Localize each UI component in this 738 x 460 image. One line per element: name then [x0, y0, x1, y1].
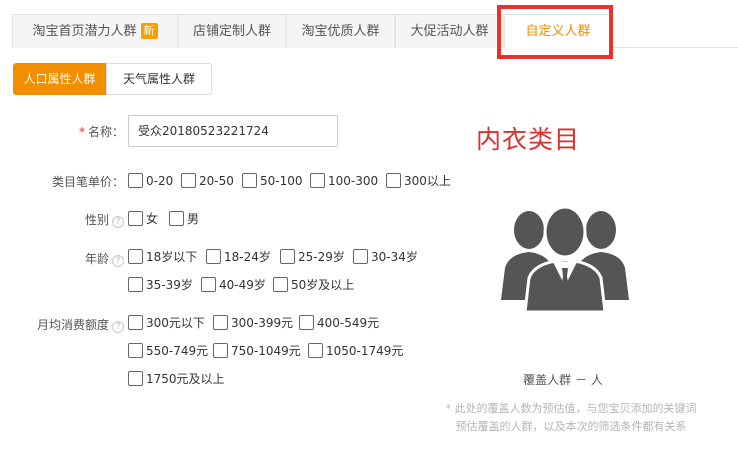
category-annotation: 内衣类目 [476, 125, 581, 154]
name-label: * 名称： [78, 125, 124, 139]
age-option-40-49[interactable]: 40-49岁 [201, 276, 266, 294]
price-option-100-300[interactable]: 100-300 [310, 172, 378, 190]
help-icon[interactable]: ? [112, 216, 124, 228]
tab-label: 店铺定制人群 [192, 24, 271, 39]
spend-option-300-399[interactable]: 300-399元 [213, 314, 293, 332]
checkbox[interactable] [206, 249, 221, 264]
coverage-value: － 人 [575, 373, 603, 387]
price-option-20-50[interactable]: 20-50 [181, 172, 234, 190]
checkbox[interactable] [201, 277, 216, 292]
spend-option-400-549[interactable]: 400-549元 [299, 314, 379, 332]
highlight-annotation-box [497, 5, 613, 59]
age-option-25-29[interactable]: 25-29岁 [280, 248, 345, 266]
checkbox[interactable] [128, 343, 143, 358]
tab-taobao-quality[interactable]: 淘宝优质人群 [286, 14, 395, 48]
checkbox[interactable] [353, 249, 368, 264]
checkbox[interactable] [128, 173, 143, 188]
coverage-summary: 覆盖人群 － 人 [523, 373, 603, 387]
checkbox[interactable] [181, 173, 196, 188]
checkbox[interactable] [310, 173, 325, 188]
age-option-35-39[interactable]: 35-39岁 [128, 276, 193, 294]
checkbox[interactable] [128, 371, 143, 386]
tab-label: 淘宝优质人群 [301, 24, 380, 39]
checkbox[interactable] [128, 249, 143, 264]
gender-label: 性别? [40, 211, 124, 228]
tab-label: 淘宝首页潜力人群 [32, 24, 137, 39]
price-option-300-plus[interactable]: 300以上 [386, 172, 451, 190]
price-option-0-20[interactable]: 0-20 [128, 172, 173, 190]
price-label: 类目笔单价： [51, 175, 124, 189]
tab-promotion-activity[interactable]: 大促活动人群 [395, 14, 504, 48]
required-mark: * [78, 125, 85, 139]
spend-option-under-300[interactable]: 300元以下 [128, 314, 205, 332]
checkbox[interactable] [128, 211, 143, 226]
checkbox[interactable] [213, 315, 228, 330]
checkbox[interactable] [128, 315, 143, 330]
spend-option-1750-plus[interactable]: 1750元及以上 [128, 370, 225, 388]
checkbox[interactable] [128, 277, 143, 292]
new-badge: 新 [140, 23, 158, 39]
checkbox[interactable] [242, 173, 257, 188]
audience-tabs: 淘宝首页潜力人群新 店铺定制人群 淘宝优质人群 大促活动人群 自定义人群 [12, 14, 738, 49]
age-label: 年龄? [40, 250, 124, 267]
age-option-under-18[interactable]: 18岁以下 [128, 248, 197, 266]
age-option-50-plus[interactable]: 50岁及以上 [273, 276, 354, 294]
help-icon[interactable]: ? [112, 321, 124, 333]
spend-label: 月均消费额度? [10, 316, 124, 333]
tab-demographic[interactable]: 人口属性人群 [13, 63, 106, 95]
checkbox[interactable] [308, 343, 323, 358]
gender-option-male[interactable]: 男 [169, 210, 199, 228]
gender-option-female[interactable]: 女 [128, 210, 158, 228]
people-group-icon [501, 205, 629, 314]
spend-option-1050-1749[interactable]: 1050-1749元 [308, 342, 403, 360]
checkbox[interactable] [280, 249, 295, 264]
name-input[interactable]: 受众20180523221724 [128, 115, 338, 147]
coverage-note: * 此处的覆盖人数为预估值，与您宝贝添加的关键词预估覆盖的人群，以及本次的筛选条… [445, 402, 697, 433]
checkbox[interactable] [273, 277, 288, 292]
tab-label: 大促活动人群 [410, 24, 489, 39]
tab-weather[interactable]: 天气属性人群 [106, 63, 212, 95]
tab-taobao-homepage-potential[interactable]: 淘宝首页潜力人群新 [12, 14, 178, 48]
checkbox[interactable] [169, 211, 184, 226]
price-option-50-100[interactable]: 50-100 [242, 172, 303, 190]
help-icon[interactable]: ? [112, 255, 124, 267]
checkbox[interactable] [213, 343, 228, 358]
spend-option-750-1049[interactable]: 750-1049元 [213, 342, 301, 360]
tab-store-custom[interactable]: 店铺定制人群 [178, 14, 286, 48]
age-option-18-24[interactable]: 18-24岁 [206, 248, 271, 266]
checkbox[interactable] [299, 315, 314, 330]
age-option-30-34[interactable]: 30-34岁 [353, 248, 418, 266]
checkbox[interactable] [386, 173, 401, 188]
spend-option-550-749[interactable]: 550-749元 [128, 342, 208, 360]
